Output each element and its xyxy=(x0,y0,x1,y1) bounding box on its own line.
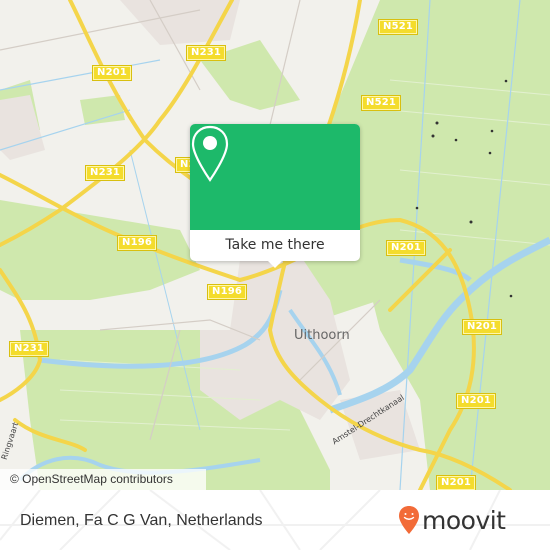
pattern-line xyxy=(259,490,301,550)
footer: Diemen, Fa C G Van, Netherlands moovit xyxy=(0,490,550,550)
brand-name: moovit xyxy=(422,505,506,535)
point xyxy=(435,121,439,125)
point xyxy=(454,138,458,142)
road-shield-n196: N196 xyxy=(116,235,158,251)
map-attribution[interactable]: © OpenStreetMap contributors xyxy=(0,469,206,490)
moovit-logo[interactable]: moovit xyxy=(398,502,506,538)
point xyxy=(490,129,494,133)
point xyxy=(488,151,492,155)
point xyxy=(469,220,473,224)
road-shield-n201: N201 xyxy=(435,475,477,490)
point xyxy=(431,134,435,138)
road-shield-n231: N231 xyxy=(84,165,126,181)
road-shield-n201: N201 xyxy=(385,240,427,256)
point xyxy=(415,206,419,210)
popup-header xyxy=(190,124,360,230)
take-me-there-button[interactable]: Take me there xyxy=(190,230,360,261)
road-shield-n231: N231 xyxy=(8,341,50,357)
ditch-3 xyxy=(0,59,161,91)
map[interactable]: N231 N201 N231 N2 N521 N521 N196 N196 N2… xyxy=(0,0,550,490)
road-shield-n231: N231 xyxy=(185,45,227,61)
field-west xyxy=(0,200,200,300)
place-name: Diemen, Fa C G Van, Netherlands xyxy=(20,512,263,529)
map-pin-icon xyxy=(191,125,229,182)
pattern-line xyxy=(319,490,381,550)
urban-west xyxy=(0,95,45,160)
point xyxy=(509,294,513,298)
popup-tail xyxy=(268,261,282,268)
place-label-uithoorn: Uithoorn xyxy=(294,328,350,343)
road-shield-n196: N196 xyxy=(206,284,248,300)
moovit-pin-icon xyxy=(399,506,419,534)
road-shield-n201: N201 xyxy=(91,65,133,81)
road-shield-n521: N521 xyxy=(360,95,402,111)
road-shield-n521: N521 xyxy=(377,19,419,35)
road-shield-n201: N201 xyxy=(455,393,497,409)
location-popup: Take me there xyxy=(190,124,360,268)
point xyxy=(504,79,508,83)
road-shield-n201: N201 xyxy=(461,319,503,335)
